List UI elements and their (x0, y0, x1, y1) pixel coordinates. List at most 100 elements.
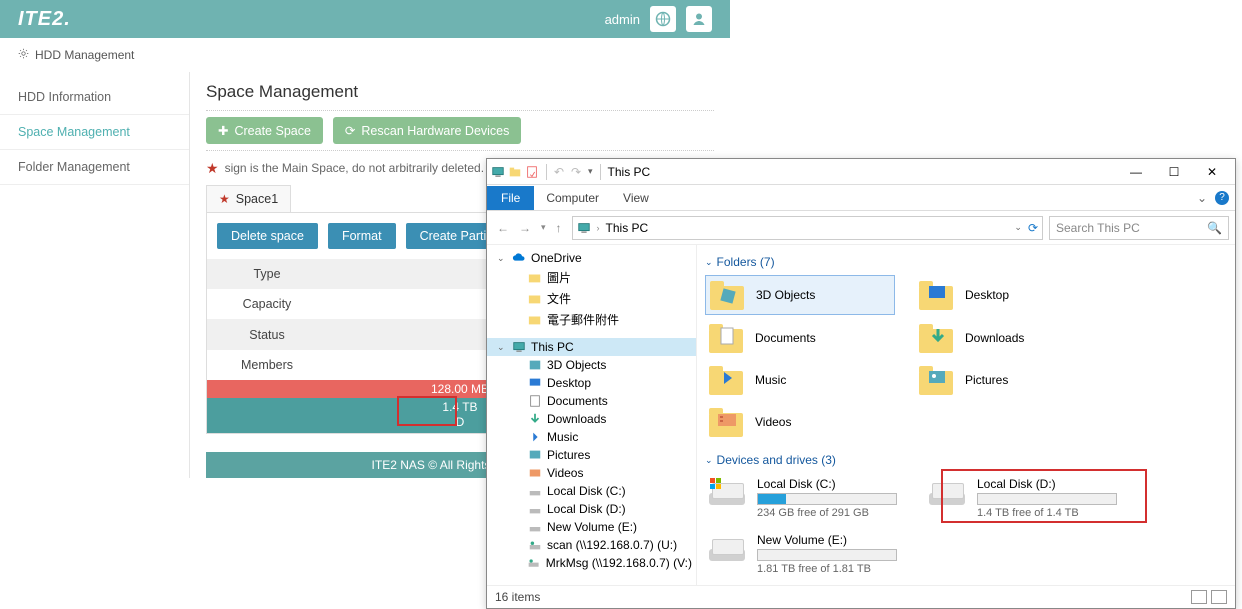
computer-icon (491, 165, 505, 179)
tree-item[interactable]: scan (\\192.168.0.7) (U:) (487, 536, 696, 554)
rescan-button[interactable]: ⟳Rescan Hardware Devices (333, 117, 521, 144)
chevron-down-icon[interactable]: ⌄ (1197, 191, 1207, 205)
refresh-icon: ⟳ (345, 123, 355, 138)
undo-icon[interactable]: ↶ (554, 165, 568, 179)
tab-file[interactable]: File (487, 186, 534, 210)
address-bar: ← → ▾ ↑ › This PC ⌄ ⟳ Search This PC 🔍 (487, 211, 1235, 245)
folder-item[interactable]: Desktop (915, 275, 1105, 315)
tree-item[interactable]: MrkMsg (\\192.168.0.7) (V:) (487, 554, 696, 572)
drive-icon (709, 477, 749, 507)
view-large-icon[interactable] (1211, 590, 1227, 604)
address-dropdown-icon[interactable]: ⌄ (1014, 222, 1022, 233)
content-pane: ⌄Folders (7) 3D Objects Desktop Document… (697, 245, 1235, 585)
search-icon: 🔍 (1207, 221, 1222, 235)
plus-icon: ✚ (218, 123, 228, 138)
close-button[interactable]: ✕ (1193, 159, 1231, 185)
folder-item[interactable]: Music (705, 361, 895, 399)
nas-user: admin (605, 12, 640, 27)
view-details-icon[interactable] (1191, 590, 1207, 604)
address-field[interactable]: › This PC ⌄ ⟳ (572, 216, 1043, 240)
qat-dropdown-icon[interactable]: ▾ (588, 166, 593, 177)
annotation-highlight (397, 396, 457, 426)
folder-item[interactable]: Documents (705, 319, 895, 357)
sidebar-item-folder-mgmt[interactable]: Folder Management (0, 150, 189, 185)
tree-item[interactable]: New Volume (E:) (487, 518, 696, 536)
computer-icon (512, 340, 526, 354)
drive-item[interactable]: New Volume (E:)1.81 TB free of 1.81 TB (705, 529, 905, 579)
maximize-button[interactable]: ☐ (1155, 159, 1193, 185)
folder-icon (528, 292, 542, 306)
titlebar: ↶ ↷ ▾ This PC — ☐ ✕ (487, 159, 1235, 185)
gear-icon (18, 48, 29, 62)
tab-computer[interactable]: Computer (534, 186, 611, 210)
annotation-highlight (941, 469, 1147, 523)
window-title: This PC (608, 165, 651, 179)
forward-button[interactable]: → (519, 221, 531, 235)
status-bar: 16 items (487, 585, 1235, 608)
folder-item[interactable]: Downloads (915, 319, 1105, 357)
folder-icon[interactable] (508, 165, 522, 179)
tree-item[interactable]: 電子郵件附件 (487, 309, 696, 330)
globe-icon[interactable] (650, 6, 676, 32)
tree-item[interactable]: 文件 (487, 288, 696, 309)
folder-item[interactable]: Videos (705, 403, 895, 441)
sidebar-item-hdd-info[interactable]: HDD Information (0, 80, 189, 115)
tree-item[interactable]: Documents (487, 392, 696, 410)
delete-space-button[interactable]: Delete space (217, 223, 318, 249)
tree-this-pc[interactable]: ⌄This PC (487, 338, 696, 356)
hdd-management-header: HDD Management (0, 38, 730, 72)
tree-item[interactable]: Local Disk (D:) (487, 500, 696, 518)
tree-onedrive[interactable]: ⌄OneDrive (487, 249, 696, 267)
help-icon[interactable]: ? (1215, 191, 1229, 205)
back-button[interactable]: ← (497, 221, 509, 235)
folder-icon (528, 271, 542, 285)
create-space-button[interactable]: ✚Create Space (206, 117, 323, 144)
computer-icon (577, 221, 591, 235)
tree-item[interactable]: Desktop (487, 374, 696, 392)
tree-item[interactable]: Downloads (487, 410, 696, 428)
folder-item[interactable]: 3D Objects (705, 275, 895, 315)
folder-icon (528, 313, 542, 327)
properties-icon[interactable] (525, 165, 539, 179)
folder-icon (709, 365, 745, 395)
section-folders[interactable]: ⌄Folders (7) (705, 255, 1227, 269)
folder-icon (710, 280, 746, 310)
tree-item[interactable]: Music (487, 428, 696, 446)
page-title: Space Management (206, 82, 714, 102)
folder-icon (709, 407, 745, 437)
tree-item[interactable]: Videos (487, 464, 696, 482)
sidebar-item-space-mgmt[interactable]: Space Management (0, 115, 189, 150)
search-input[interactable]: Search This PC 🔍 (1049, 216, 1229, 240)
folder-icon (919, 323, 955, 353)
explorer-window: ↶ ↷ ▾ This PC — ☐ ✕ File Computer View ⌄… (486, 158, 1236, 609)
nas-sidebar: HDD Information Space Management Folder … (0, 72, 190, 478)
folder-icon (709, 323, 745, 353)
tab-space1[interactable]: ★ Space1 (206, 185, 291, 212)
ribbon: File Computer View ⌄ ? (487, 185, 1235, 211)
recent-dropdown-icon[interactable]: ▾ (541, 222, 546, 233)
tree-item[interactable]: Local Disk (C:) (487, 482, 696, 500)
up-button[interactable]: ↑ (556, 221, 562, 235)
refresh-icon[interactable]: ⟳ (1028, 221, 1038, 235)
folder-item[interactable]: Pictures (915, 361, 1105, 399)
tree-item[interactable]: 圖片 (487, 267, 696, 288)
section-drives[interactable]: ⌄Devices and drives (3) (705, 453, 1227, 467)
breadcrumb[interactable]: This PC (606, 221, 649, 235)
format-button[interactable]: Format (328, 223, 396, 249)
nas-logo: ITE2. (18, 8, 71, 31)
tab-view[interactable]: View (611, 186, 661, 210)
tree-item[interactable]: Pictures (487, 446, 696, 464)
user-icon[interactable] (686, 6, 712, 32)
drive-item[interactable]: Local Disk (C:)234 GB free of 291 GB (705, 473, 905, 523)
star-icon: ★ (219, 193, 230, 205)
cloud-icon (512, 251, 526, 265)
redo-icon[interactable]: ↷ (571, 165, 585, 179)
minimize-button[interactable]: — (1117, 159, 1155, 185)
folder-icon (919, 365, 955, 395)
nav-tree: ⌄OneDrive 圖片 文件 電子郵件附件 ⌄This PC 3D Objec… (487, 245, 697, 585)
tree-item[interactable]: 3D Objects (487, 356, 696, 374)
folder-icon (919, 280, 955, 310)
drive-icon (709, 533, 749, 563)
star-icon: ★ (206, 161, 219, 175)
nas-header: ITE2. admin (0, 0, 730, 38)
